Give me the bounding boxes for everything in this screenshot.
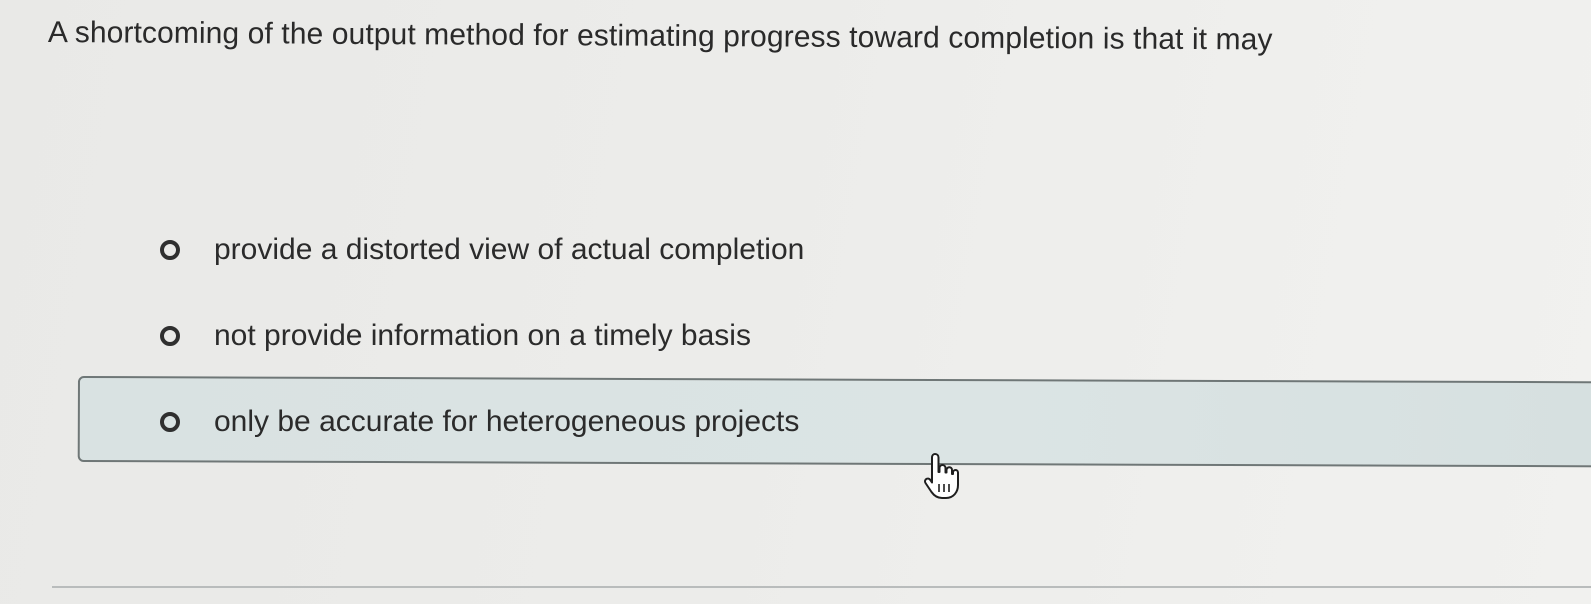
divider [52,586,1591,588]
answer-options: provide a distorted view of actual compl… [0,0,1591,604]
answer-option-2[interactable]: not provide information on a timely basi… [160,318,751,354]
radio-button-icon[interactable] [160,326,180,346]
answer-option-3[interactable]: only be accurate for heterogeneous proje… [160,404,799,440]
answer-option-label: not provide information on a timely basi… [214,319,751,352]
radio-button-icon[interactable] [160,240,180,260]
answer-option-label: provide a distorted view of actual compl… [214,233,805,266]
answer-option-1[interactable]: provide a distorted view of actual compl… [160,232,804,268]
hand-pointer-icon [923,453,959,499]
answer-option-label: only be accurate for heterogeneous proje… [214,405,800,438]
radio-button-icon[interactable] [160,412,180,432]
